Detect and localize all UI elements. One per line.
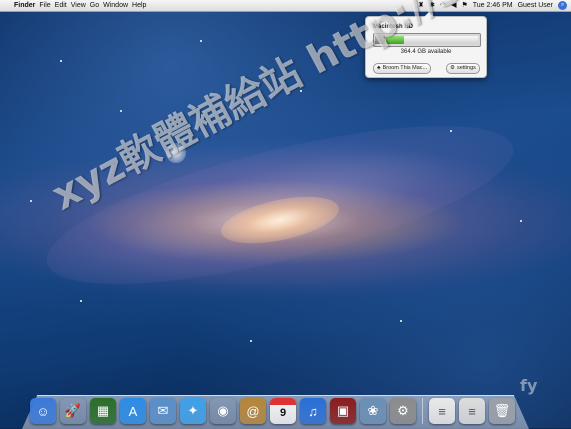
spotlight-icon[interactable]: ⌕	[558, 1, 567, 10]
mission-control-icon[interactable]: ▦	[90, 398, 116, 424]
dock-separator	[422, 398, 423, 424]
menu-edit[interactable]: Edit	[55, 0, 67, 11]
star	[30, 200, 32, 202]
menu-help[interactable]: Help	[132, 0, 146, 11]
star	[250, 340, 252, 342]
menu-list: Finder File Edit View Go Window Help	[14, 0, 146, 11]
mail-icon[interactable]: ✉	[150, 398, 176, 424]
system-preferences-icon[interactable]: ⚙	[390, 398, 416, 424]
trash-icon[interactable]: 🗑	[489, 398, 515, 424]
star	[200, 40, 202, 42]
iphoto-icon[interactable]: ❀	[360, 398, 386, 424]
star	[60, 60, 62, 62]
disk-free-fill	[404, 36, 478, 44]
address-book-icon[interactable]: @	[240, 398, 266, 424]
broom-button-label: Broom This Mac...	[382, 65, 428, 71]
menu-file[interactable]: File	[39, 0, 50, 11]
menu-window[interactable]: Window	[103, 0, 128, 11]
settings-button[interactable]: ⚙ settings	[446, 63, 480, 74]
menu-bar: Finder File Edit View Go Window Help ♜ ✱…	[0, 0, 571, 12]
star	[80, 300, 82, 302]
launchpad-icon[interactable]: 🚀	[60, 398, 86, 424]
menu-view[interactable]: View	[71, 0, 86, 11]
broom-button[interactable]: ♣ Broom This Mac...	[373, 63, 432, 74]
menu-go[interactable]: Go	[90, 0, 99, 11]
star	[400, 320, 402, 322]
safari-icon[interactable]: ✦	[180, 398, 206, 424]
broom-icon: ♣	[377, 65, 381, 71]
star	[450, 130, 452, 132]
app-store-icon[interactable]: A	[120, 398, 146, 424]
calendar-day: 9	[279, 407, 287, 419]
finder-icon[interactable]: ☺	[30, 398, 56, 424]
gear-icon: ⚙	[450, 65, 455, 71]
facetime-icon[interactable]: ◉	[210, 398, 236, 424]
documents-stack-icon[interactable]: ≡	[429, 398, 455, 424]
menu-app-name[interactable]: Finder	[14, 0, 35, 11]
settings-button-label: settings	[456, 65, 476, 71]
ical-icon[interactable]: 9	[270, 398, 296, 424]
photo-booth-icon[interactable]: ▣	[330, 398, 356, 424]
downloads-stack-icon[interactable]: ≡	[459, 398, 485, 424]
star	[120, 110, 122, 112]
user-name[interactable]: Guest User	[518, 0, 553, 11]
calendar-header	[270, 398, 296, 405]
itunes-icon[interactable]: ♫	[300, 398, 326, 424]
dock: ☺ 🚀 ▦ A ✉ ✦ ◉ @9 ♫ ▣ ❀ ⚙ ≡ ≡ 🗑	[30, 388, 530, 424]
star	[520, 220, 522, 222]
